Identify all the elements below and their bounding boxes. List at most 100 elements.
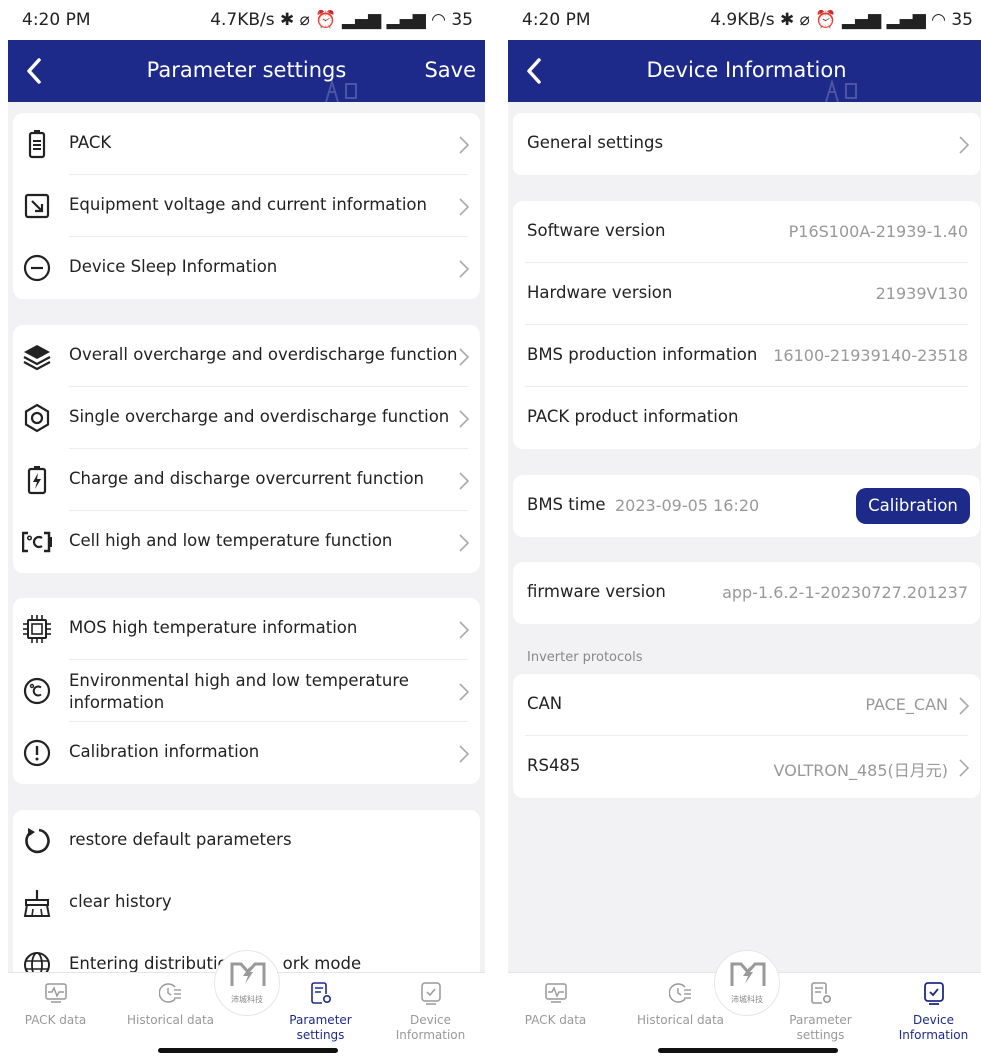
chevron-right-icon — [459, 472, 470, 490]
tab-label: PACK data — [524, 1013, 587, 1027]
chevron-right-icon — [459, 198, 470, 216]
can-value: PACE_CAN — [865, 695, 948, 714]
tab-label: Parameter — [289, 1013, 352, 1027]
tab-device-information[interactable]: Device Information — [886, 973, 981, 1057]
clock-list-icon — [159, 983, 181, 1003]
chevron-right-icon — [959, 136, 970, 154]
list-item-single-overcharge[interactable]: Single overcharge and overdischarge func… — [13, 387, 480, 449]
brand-logo[interactable]: 沛城科技 — [214, 950, 280, 1016]
bms-time-row: BMS time 2023-09-05 16:20 Calibration — [513, 475, 980, 537]
broom-icon — [23, 890, 51, 917]
pack-product-row: PACK product information — [513, 387, 980, 449]
list-item-voltage-current[interactable]: Equipment voltage and current informatio… — [13, 175, 480, 237]
list-item-clear-history[interactable]: clear history — [13, 872, 480, 934]
list-item-restore-defaults[interactable]: restore default parameters — [13, 810, 480, 872]
tab-label: Parameter — [789, 1013, 852, 1027]
tab-label-line2: settings — [296, 1028, 345, 1042]
list-item-calibration-info[interactable]: Calibration information — [13, 722, 480, 784]
save-button[interactable]: Save — [424, 58, 476, 82]
brand-logo[interactable]: 沛城科技 — [714, 950, 780, 1016]
bms-time-value: 2023-09-05 16:20 — [615, 496, 760, 515]
chevron-right-icon — [959, 759, 970, 777]
list-item-label: Single overcharge and overdischarge func… — [69, 407, 450, 426]
bms-production-value: 16100-21939140-23518 — [773, 346, 968, 365]
chevron-right-icon — [959, 697, 970, 715]
tab-pack-data[interactable]: PACK data — [508, 973, 603, 1057]
rs485-protocol-row[interactable]: RS485 VOLTRON_485(日月元) — [513, 736, 980, 798]
clock-list-icon — [669, 983, 691, 1003]
version-info-card: Software version P16S100A-21939-1.40 Har… — [513, 201, 980, 449]
list-item-label: Cell high and low temperature function — [69, 531, 393, 550]
logo-text: 沛城科技 — [231, 995, 263, 1004]
list-item-mos-temperature[interactable]: MOS high temperature information — [13, 598, 480, 660]
list-item-label: PACK — [69, 133, 112, 152]
tab-label-line2: Information — [898, 1028, 969, 1042]
list-item-label: Calibration information — [69, 742, 260, 761]
logo-text: 沛城科技 — [731, 995, 763, 1004]
list-item-label: Overall overcharge and overdischarge fun… — [69, 345, 458, 364]
tab-parameter-settings[interactable]: Parameter settings — [273, 973, 368, 1057]
general-settings-row[interactable]: General settings — [513, 113, 980, 175]
tab-historical-data[interactable]: Historical data — [123, 973, 218, 1057]
page-title: Parameter settings — [146, 58, 347, 82]
list-item-overall-overcharge[interactable]: Overall overcharge and overdischarge fun… — [13, 325, 480, 387]
chevron-right-icon — [459, 745, 470, 763]
inverter-protocols-card: CAN PACE_CAN RS485 VOLTRON_485(日月元) — [513, 674, 980, 798]
home-indicator — [658, 1048, 838, 1053]
status-icons: 4.7KB/s ✱ ⌀ ⏰ ▂▄▆ ▂▄▆ ◠ 35 — [210, 10, 473, 30]
list-item-cell-temperature[interactable]: Cell high and low temperature function — [13, 511, 480, 573]
home-indicator — [158, 1048, 338, 1053]
device-information-screen: 4:20 PM 4.9KB/s ✱ ⌀ ⏰ ▂▄▆ ▂▄▆ ◠ 35 Devic… — [508, 0, 981, 1057]
list-item-label: clear history — [69, 892, 172, 911]
list-item-label: Environmental high and low temperature i… — [69, 671, 409, 712]
tab-label-line2: settings — [796, 1028, 845, 1042]
tab-device-information[interactable]: Device Information — [383, 973, 478, 1057]
page-title: Device Information — [646, 58, 847, 82]
tab-label: Historical data — [636, 1013, 725, 1027]
firmware-version-row: firmware version app-1.6.2-1-20230727.20… — [513, 562, 980, 624]
tab-label: Historical data — [126, 1013, 215, 1027]
can-protocol-row[interactable]: CAN PACE_CAN — [513, 674, 980, 736]
pack-product-label: PACK product information — [527, 407, 739, 426]
minus-circle-icon — [23, 254, 51, 282]
check-box-icon — [924, 982, 944, 1005]
firmware-version-label: firmware version — [527, 582, 666, 601]
tab-pack-data[interactable]: PACK data — [8, 973, 103, 1057]
firmware-version-value: app-1.6.2-1-20230727.201237 — [722, 583, 968, 602]
bms-production-row: BMS production information 16100-2193914… — [513, 325, 980, 387]
list-item-charge-overcurrent[interactable]: Charge and discharge overcurrent functio… — [13, 449, 480, 511]
hardware-version-value: 21939V130 — [875, 284, 968, 303]
bms-time-label: BMS time — [527, 495, 606, 514]
list-item-label: Entering distributio ork mode — [69, 954, 361, 973]
software-version-value: P16S100A-21939-1.40 — [788, 222, 968, 241]
list-item-label: Device Sleep Information — [69, 257, 278, 276]
list-item-pack[interactable]: PACK — [13, 113, 480, 175]
chevron-right-icon — [459, 683, 470, 701]
hexagon-icon — [24, 403, 50, 433]
chip-icon — [23, 615, 51, 643]
chevron-right-icon — [459, 348, 470, 366]
logo-mark-icon — [230, 962, 266, 986]
settings-group-temperature: MOS high temperature information Environ… — [13, 598, 480, 784]
settings-doc-icon — [811, 982, 832, 1004]
tower-watermark-icon — [325, 80, 357, 102]
software-version-label: Software version — [527, 221, 666, 240]
exclamation-circle-icon — [23, 739, 51, 767]
tab-parameter-settings[interactable]: Parameter settings — [773, 973, 868, 1057]
calibration-button[interactable]: Calibration — [856, 488, 970, 524]
list-item-device-sleep[interactable]: Device Sleep Information — [13, 237, 480, 299]
tab-label: Device — [409, 1013, 452, 1027]
list-item-label-tail: ork mode — [282, 954, 362, 973]
hardware-version-label: Hardware version — [527, 283, 673, 302]
chevron-right-icon — [459, 410, 470, 428]
list-item-label-head: Entering distributio — [69, 954, 228, 973]
general-settings-card: General settings — [513, 113, 980, 175]
list-item-environment-temperature[interactable]: Environmental high and low temperature i… — [13, 660, 480, 722]
chevron-right-icon — [459, 534, 470, 552]
rs485-label: RS485 — [527, 756, 581, 775]
status-bar: 4:20 PM 4.7KB/s ✱ ⌀ ⏰ ▂▄▆ ▂▄▆ ◠ 35 — [8, 0, 485, 40]
celsius-bracket-icon — [22, 531, 52, 553]
tab-label: PACK data — [24, 1013, 87, 1027]
status-time: 4:20 PM — [522, 10, 591, 30]
list-item-label: Equipment voltage and current informatio… — [69, 195, 427, 214]
